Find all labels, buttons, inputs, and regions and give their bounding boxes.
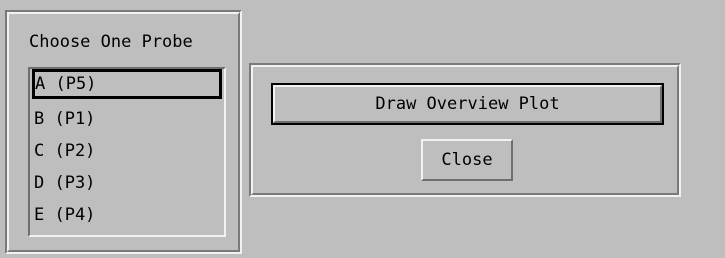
probe-item-e[interactable]: E (P4) xyxy=(32,200,222,230)
draw-overview-plot-button[interactable]: Draw Overview Plot xyxy=(271,83,664,125)
probe-title: Choose One Probe xyxy=(29,32,193,52)
probe-listbox[interactable]: A (P5) B (P1) C (P2) D (P3) E (P4) xyxy=(28,67,226,237)
probe-dialog: Choose One Probe A (P5) B (P1) C (P2) D … xyxy=(0,0,725,258)
probe-item-a[interactable]: A (P5) xyxy=(32,69,222,99)
close-button[interactable]: Close xyxy=(421,139,513,181)
probe-item-d[interactable]: D (P3) xyxy=(32,168,222,198)
probe-item-c[interactable]: C (P2) xyxy=(32,136,222,166)
probe-item-b[interactable]: B (P1) xyxy=(32,104,222,134)
